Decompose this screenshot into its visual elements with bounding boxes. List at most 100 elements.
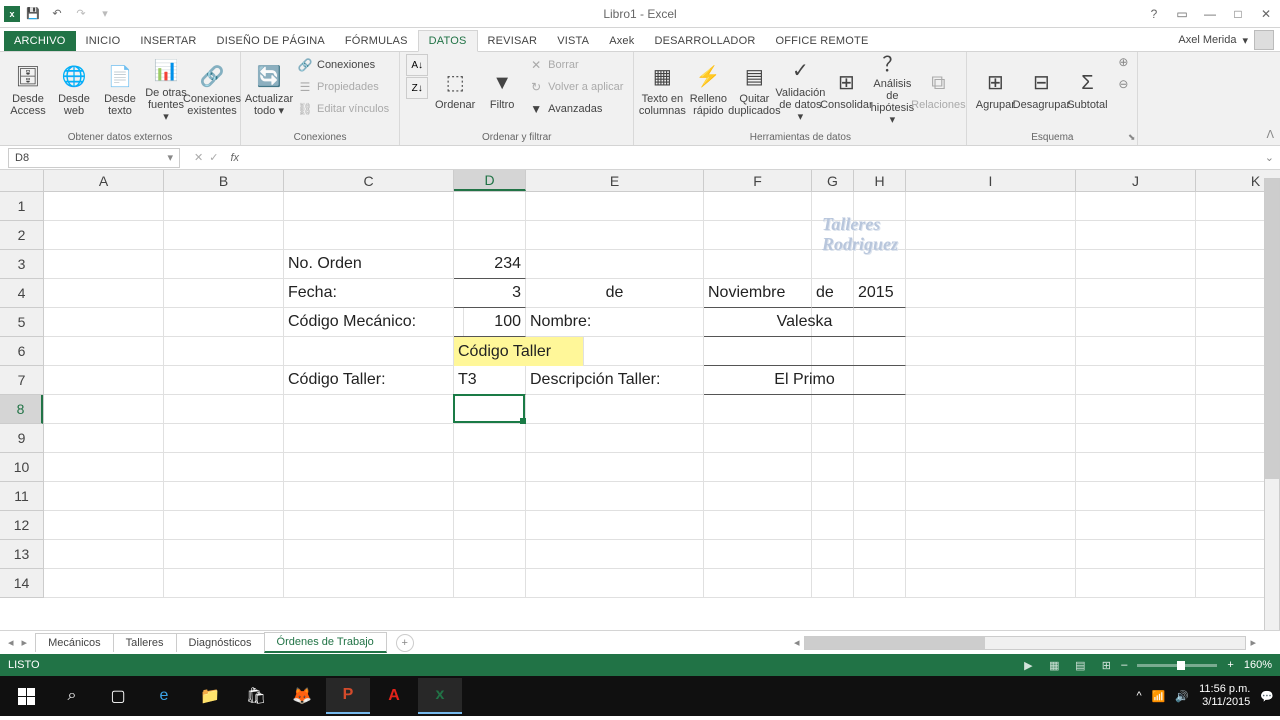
cell[interactable]: de <box>526 279 704 308</box>
search-icon[interactable]: ⌕ <box>50 678 94 714</box>
save-icon[interactable]: 💾 <box>22 3 44 25</box>
edge-icon[interactable]: e <box>142 678 186 714</box>
show-detail-icon[interactable]: ⊕ <box>1115 54 1131 70</box>
cell[interactable]: Valeska <box>704 308 906 337</box>
column-header[interactable]: C <box>284 170 454 191</box>
excel-icon[interactable]: x <box>4 6 20 22</box>
what-if-button[interactable]: ？Análisis de hipótesis ▾ <box>870 54 914 126</box>
tab-formulas[interactable]: FÓRMULAS <box>335 31 418 51</box>
wordart-logo[interactable]: TalleresRodriguez <box>822 215 898 255</box>
cell[interactable]: Código Taller: <box>284 366 454 395</box>
row-header[interactable]: 1 <box>0 192 43 221</box>
tab-revisar[interactable]: REVISAR <box>478 31 548 51</box>
connections-button[interactable]: 🔗Conexiones <box>293 54 393 76</box>
help-icon[interactable]: ? <box>1140 3 1168 25</box>
cell[interactable]: T3 <box>454 366 526 395</box>
qat-customize-icon[interactable]: ▾ <box>94 3 116 25</box>
name-box[interactable]: D8▾ <box>8 148 180 168</box>
horizontal-scrollbar[interactable] <box>804 636 1247 650</box>
ribbon-options-icon[interactable]: ▭ <box>1168 3 1196 25</box>
close-icon[interactable]: ✕ <box>1252 3 1280 25</box>
view-normal-icon[interactable]: ▦ <box>1043 657 1065 673</box>
hscroll-left-icon[interactable]: ◂ <box>790 636 804 649</box>
zoom-in-icon[interactable]: + <box>1227 659 1233 671</box>
start-button[interactable] <box>4 678 48 714</box>
hide-detail-icon[interactable]: ⊖ <box>1115 76 1131 92</box>
cell[interactable]: 234 <box>454 250 526 279</box>
row-header[interactable]: 9 <box>0 424 43 453</box>
cell[interactable]: de <box>812 279 854 308</box>
advanced-button[interactable]: ▼Avanzadas <box>524 98 627 120</box>
hscroll-right-icon[interactable]: ▸ <box>1246 636 1260 649</box>
remove-duplicates-button[interactable]: ▤Quitar duplicados <box>732 54 776 126</box>
column-header[interactable]: G <box>812 170 854 191</box>
firefox-icon[interactable]: 🦊 <box>280 678 324 714</box>
text-to-columns-button[interactable]: ▦Texto en columnas <box>640 54 684 126</box>
macro-record-icon[interactable]: ▶ <box>1017 657 1039 673</box>
fx-icon[interactable]: fx <box>224 152 245 164</box>
view-pagebreak-icon[interactable]: ⊞ <box>1095 657 1117 673</box>
cell[interactable]: Código Mecánico: <box>284 308 464 337</box>
sort-asc-icon[interactable]: A↓ <box>406 54 428 76</box>
task-view-icon[interactable]: ▢ <box>96 678 140 714</box>
cell[interactable]: Fecha: <box>284 279 454 308</box>
tab-file[interactable]: ARCHIVO <box>4 31 76 51</box>
sheet-nav[interactable]: ◂▸ <box>0 636 35 649</box>
sheet-tab-mecanicos[interactable]: Mecánicos <box>35 633 114 652</box>
row-header[interactable]: 5 <box>0 308 43 337</box>
volume-icon[interactable]: 🔊 <box>1175 690 1189 703</box>
row-header[interactable]: 3 <box>0 250 43 279</box>
sort-desc-icon[interactable]: Z↓ <box>406 77 428 99</box>
data-validation-button[interactable]: ✓Validación de datos ▾ <box>778 54 822 126</box>
tab-diseno[interactable]: DISEÑO DE PÁGINA <box>207 31 335 51</box>
tray-up-icon[interactable]: ^ <box>1137 690 1142 702</box>
row-header[interactable]: 11 <box>0 482 43 511</box>
row-header[interactable]: 6 <box>0 337 43 366</box>
column-headers[interactable]: ABCDEFGHIJK <box>44 170 1280 192</box>
cell[interactable]: 3 <box>454 279 526 308</box>
tab-vista[interactable]: VISTA <box>547 31 599 51</box>
expand-formula-icon[interactable]: ⌄ <box>1259 151 1280 164</box>
system-tray[interactable]: ^ 📶 🔊 11:56 p.m.3/11/2015 💬 <box>1137 683 1274 709</box>
column-header[interactable]: H <box>854 170 906 191</box>
tab-insertar[interactable]: INSERTAR <box>130 31 206 51</box>
tab-desarrollador[interactable]: DESARROLLADOR <box>644 31 765 51</box>
sort-button[interactable]: ⬚Ordenar <box>430 54 480 126</box>
column-header[interactable]: D <box>454 170 526 191</box>
formula-input[interactable] <box>245 148 1259 168</box>
subtotal-button[interactable]: ΣSubtotal <box>1065 54 1109 126</box>
consolidate-button[interactable]: ⊞Consolidar <box>824 54 868 126</box>
group-button[interactable]: ⊞Agrupar <box>973 54 1017 126</box>
row-headers[interactable]: 1234567891011121314 <box>0 192 44 598</box>
acrobat-icon[interactable]: A <box>372 678 416 714</box>
tab-axek[interactable]: Axek <box>599 31 644 51</box>
undo-icon[interactable]: ↶ <box>46 3 68 25</box>
sheet-tab-diagnosticos[interactable]: Diagnósticos <box>176 633 265 652</box>
cell[interactable]: Código Taller <box>454 337 584 366</box>
cell[interactable]: Descripción Taller: <box>526 366 704 395</box>
cell[interactable]: Noviembre <box>704 279 812 308</box>
excel-taskbar-icon[interactable]: x <box>418 678 462 714</box>
redo-icon[interactable]: ↷ <box>70 3 92 25</box>
row-header[interactable]: 2 <box>0 221 43 250</box>
cell[interactable]: Nombre: <box>526 308 704 337</box>
ungroup-button[interactable]: ⊟Desagrupar <box>1019 54 1063 126</box>
add-sheet-button[interactable]: + <box>396 634 414 652</box>
tab-datos[interactable]: DATOS <box>418 30 478 52</box>
row-header[interactable]: 12 <box>0 511 43 540</box>
clock[interactable]: 11:56 p.m.3/11/2015 <box>1199 683 1250 709</box>
column-header[interactable]: I <box>906 170 1076 191</box>
filter-button[interactable]: ▼Filtro <box>482 54 522 126</box>
column-header[interactable]: A <box>44 170 164 191</box>
explorer-icon[interactable]: 📁 <box>188 678 232 714</box>
column-header[interactable]: E <box>526 170 704 191</box>
select-all-corner[interactable] <box>0 170 44 192</box>
view-layout-icon[interactable]: ▤ <box>1069 657 1091 673</box>
row-header[interactable]: 8 <box>0 395 43 424</box>
network-icon[interactable]: 📶 <box>1152 690 1166 703</box>
column-header[interactable]: J <box>1076 170 1196 191</box>
cell[interactable] <box>704 337 906 366</box>
refresh-all-button[interactable]: 🔄Actualizar todo ▾ <box>247 54 291 126</box>
row-header[interactable]: 10 <box>0 453 43 482</box>
zoom-out-icon[interactable]: – <box>1121 659 1127 671</box>
